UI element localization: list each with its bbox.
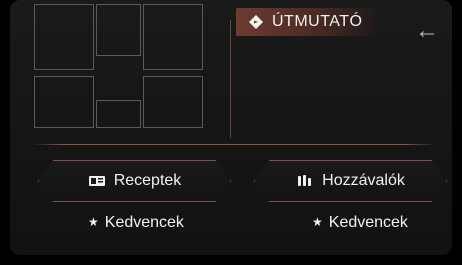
grid-tile [143, 76, 203, 128]
grid-tile [143, 4, 203, 70]
section-divider-horizontal [32, 144, 437, 145]
receptek-label: Receptek [113, 172, 182, 189]
star-icon: ★ [88, 215, 99, 229]
app-screen: ÚTMUTATÓ ← Receptek Hozzávalók ★ Kedvenc… [0, 0, 462, 265]
favorites-label-right: Kedvencek [328, 214, 408, 231]
recipe-grid-preview [34, 4, 224, 128]
star-icon: ★ [312, 215, 323, 229]
receptek-button[interactable]: Receptek [38, 160, 231, 202]
grid-tile [96, 100, 141, 128]
grid-tile [96, 4, 141, 56]
recipe-book-icon [88, 174, 106, 188]
hozzavalok-button[interactable]: Hozzávalók [254, 160, 447, 202]
favorites-link-left[interactable]: ★ Kedvencek [88, 214, 184, 232]
grid-tile [34, 4, 94, 70]
guide-icon [248, 14, 264, 30]
main-panel: ÚTMUTATÓ ← Receptek Hozzávalók ★ Kedvenc… [10, 0, 452, 255]
back-arrow-icon[interactable]: ← [414, 18, 440, 44]
guide-label: ÚTMUTATÓ [272, 13, 363, 30]
hozzavalok-label: Hozzávalók [322, 172, 405, 189]
favorites-link-right[interactable]: ★ Kedvencek [312, 214, 408, 232]
favorites-label-left: Kedvencek [104, 214, 184, 231]
ingredients-icon [296, 174, 314, 188]
grid-tile [34, 76, 94, 128]
section-divider-vertical [230, 20, 231, 138]
guide-tab[interactable]: ÚTMUTATÓ [236, 8, 381, 36]
